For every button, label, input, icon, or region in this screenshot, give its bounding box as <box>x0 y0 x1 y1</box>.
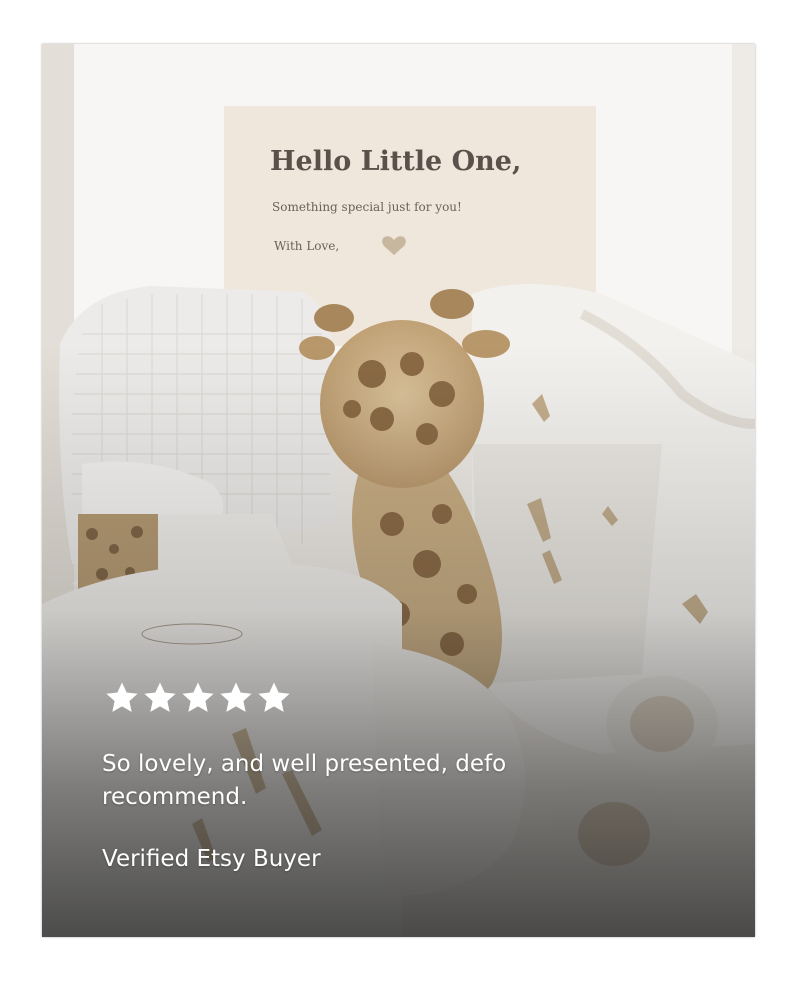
reviewer-name: Verified Etsy Buyer <box>102 846 321 872</box>
rating-stars <box>104 681 292 715</box>
star-icon <box>182 682 214 712</box>
review-text: So lovely, and well presented, defo reco… <box>102 751 507 810</box>
star-icon <box>220 682 252 712</box>
note-subtitle: Something special just for you! <box>272 200 462 214</box>
note-title: Hello Little One, <box>270 146 522 177</box>
star-icon <box>106 682 138 712</box>
note-sign: With Love, <box>274 239 340 253</box>
star-icon <box>144 682 176 712</box>
review-card: Hello Little One, Something special just… <box>42 44 755 937</box>
star-icon <box>258 682 290 712</box>
